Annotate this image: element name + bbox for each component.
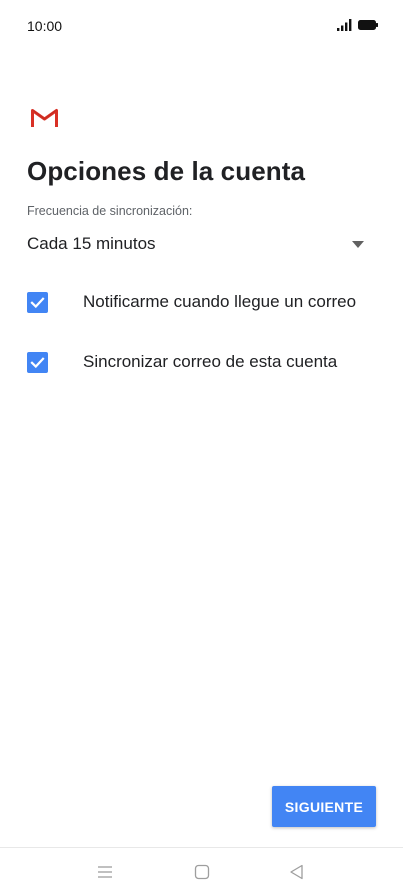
sync-frequency-dropdown[interactable]: Cada 15 minutos	[27, 232, 372, 260]
sync-label: Sincronizar correo de esta cuenta	[83, 352, 338, 371]
sync-option[interactable]: Sincronizar correo de esta cuenta	[27, 348, 379, 378]
status-time: 10:00	[27, 18, 63, 34]
gmail-icon	[31, 108, 58, 128]
menu-icon[interactable]	[95, 862, 115, 882]
sync-frequency-label: Frecuencia de sincronización:	[27, 204, 193, 218]
back-icon[interactable]	[287, 862, 307, 882]
checkmark-icon	[30, 297, 45, 309]
checkmark-icon	[30, 357, 45, 369]
page-title: Opciones de la cuenta	[27, 156, 306, 186]
sync-checkbox[interactable]	[27, 352, 48, 373]
cellular-signal-icon	[337, 19, 352, 31]
dropdown-arrow-icon	[352, 241, 364, 248]
next-button[interactable]: SIGUIENTE	[272, 786, 376, 827]
battery-full-icon	[358, 20, 378, 30]
navigation-bar	[0, 847, 403, 896]
notify-checkbox[interactable]	[27, 292, 48, 313]
notify-option[interactable]: Notificarme cuando llegue un correo	[27, 288, 379, 318]
status-bar: 10:00	[0, 0, 403, 52]
sync-frequency-value: Cada 15 minutos	[27, 234, 156, 253]
home-icon[interactable]	[192, 862, 212, 882]
notify-label: Notificarme cuando llegue un correo	[83, 292, 357, 311]
